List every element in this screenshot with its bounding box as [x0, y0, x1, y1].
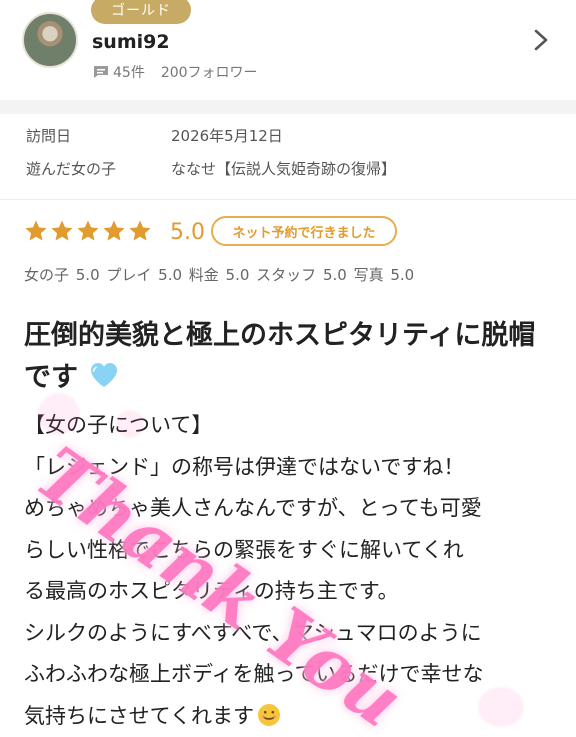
review-line: 「レジェンド」の称号は伊達ではないですね！ — [24, 447, 554, 489]
comment-icon — [93, 65, 109, 79]
review-body: 【女の子について】 「レジェンド」の称号は伊達ではないですね！ めちゃめちゃ美人… — [24, 405, 554, 737]
follower-count: 200フォロワー — [161, 62, 258, 82]
net-reservation-tag: ネット予約で行きました — [211, 216, 397, 246]
smiling-emoji-icon — [257, 703, 281, 727]
girl-row: 遊んだ女の子 ななせ【伝説人気姫奇跡の復帰】 — [26, 158, 116, 179]
girl-label: 遊んだ女の子 — [26, 160, 116, 178]
review-line: めちゃめちゃ美人さんなんですが、とっても可愛 — [24, 488, 554, 530]
section-divider — [0, 100, 576, 114]
star-rating — [24, 219, 152, 243]
chevron-right-icon[interactable] — [532, 28, 550, 52]
reviewer-header[interactable]: ゴールド sumi92 45件 200フォロワー — [0, 0, 576, 96]
review-line: シルクのようにすべすべで、マシュマロのように — [24, 613, 554, 655]
girl-name-value[interactable]: ななせ【伝説人気姫奇跡の復帰】 — [171, 158, 396, 179]
blue-heart-icon — [89, 361, 119, 389]
review-line: らしい性格でこちらの緊張をすぐに解いてくれ — [24, 530, 554, 572]
visit-date-row: 訪問日 2026年5月12日 — [26, 125, 71, 146]
avatar[interactable] — [22, 12, 78, 68]
review-count: 45件 — [113, 62, 145, 82]
review-line: る最高のホスピタリティの持ち主です。 — [24, 571, 554, 613]
info-separator — [0, 199, 576, 200]
star-icon — [24, 219, 48, 243]
username[interactable]: sumi92 — [92, 31, 170, 53]
rating-score: 5.0 — [170, 220, 205, 245]
star-icon — [102, 219, 126, 243]
star-icon — [76, 219, 100, 243]
review-line: ふわふわな極上ボディを触っているだけで幸せな — [24, 654, 554, 696]
star-icon — [128, 219, 152, 243]
user-stats: 45件 200フォロワー — [93, 62, 258, 82]
star-icon — [50, 219, 74, 243]
review-line: 【女の子について】 — [24, 405, 554, 447]
rank-badge: ゴールド — [91, 0, 191, 24]
review-line: 気持ちにさせてくれます — [24, 704, 254, 728]
review-line-last: 気持ちにさせてくれます — [24, 696, 554, 737]
visit-date-label: 訪問日 — [26, 127, 71, 145]
review-title: 圧倒的美貌と極上のホスピタリティに脱帽です — [24, 315, 554, 399]
visit-date-value: 2026年5月12日 — [171, 125, 283, 146]
category-scores: 女の子 5.0 プレイ 5.0 料金 5.0 スタッフ 5.0 写真 5.0 — [24, 264, 414, 285]
